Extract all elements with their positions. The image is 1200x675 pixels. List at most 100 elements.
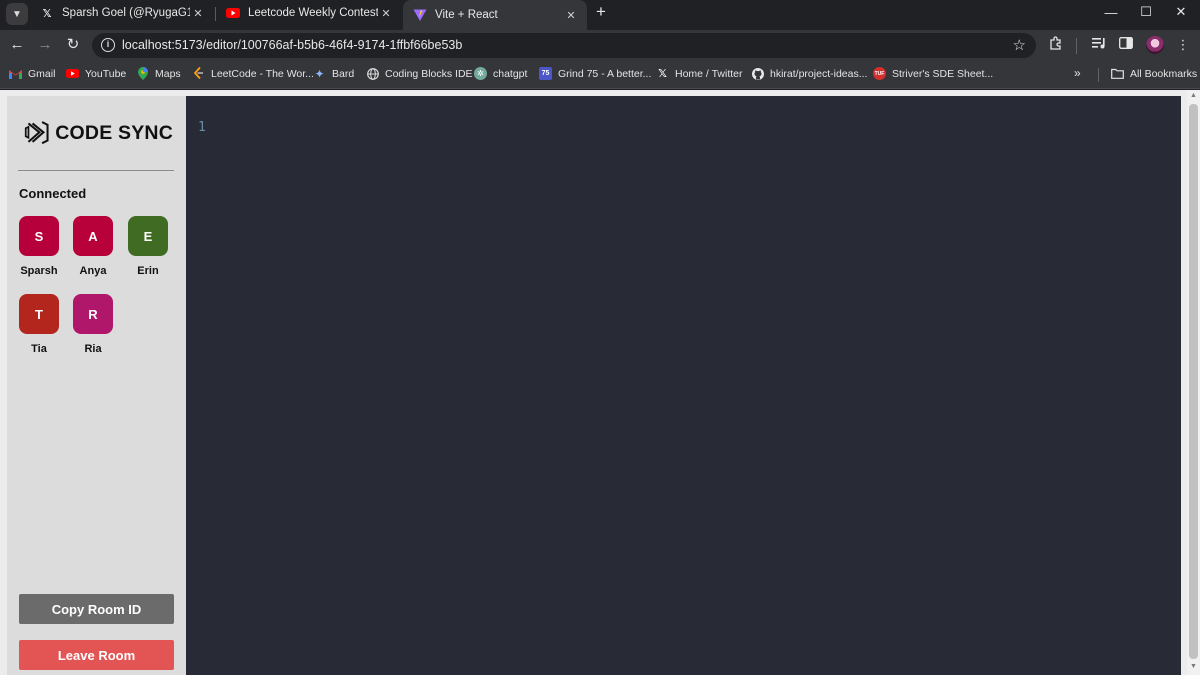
sidebar-divider	[18, 170, 174, 171]
url-text[interactable]: localhost:5173/editor/100766af-b5b6-46f4…	[122, 38, 462, 52]
avatar: T	[19, 294, 59, 334]
github-icon	[751, 67, 764, 80]
bookmark-label: Bard	[332, 67, 355, 80]
user-erin: E Erin	[126, 216, 170, 277]
tab-vite-react[interactable]: Vite + React ✕	[403, 0, 587, 30]
bookmark-star-icon[interactable]: ☆	[1013, 36, 1026, 54]
bookmark-github[interactable]: hkirat/project-ideas...	[751, 67, 867, 80]
leetcode-icon	[192, 67, 205, 80]
close-icon[interactable]: ✕	[190, 7, 206, 20]
bookmark-separator	[1098, 68, 1099, 82]
user-name: Anya	[79, 265, 107, 277]
page-viewport: CODE SYNC Connected S Sparsh A Anya E Er…	[0, 90, 1200, 675]
chatgpt-icon: ✲	[474, 67, 487, 80]
user-name: Tia	[31, 343, 47, 355]
copy-room-id-button[interactable]: Copy Room ID	[19, 594, 174, 624]
x-logo-icon: 𝕏	[42, 7, 52, 20]
scrollbar-thumb[interactable]	[1189, 104, 1198, 659]
bookmark-grind75[interactable]: 75 Grind 75 - A better...	[539, 67, 651, 80]
sidebar: CODE SYNC Connected S Sparsh A Anya E Er…	[7, 96, 186, 675]
all-bookmarks[interactable]: All Bookmarks	[1111, 67, 1197, 80]
site-info-icon[interactable]: i	[101, 38, 115, 52]
app-logo: CODE SYNC	[23, 113, 173, 153]
window-close-icon[interactable]: ✕	[1162, 0, 1200, 24]
toolbar-separator	[1076, 38, 1077, 54]
chevron-double-right-icon[interactable]: »	[1074, 66, 1081, 80]
page-scrollbar[interactable]: ▲ ▼	[1187, 90, 1200, 675]
reload-icon[interactable]: ↻	[63, 36, 83, 54]
scroll-down-icon[interactable]: ▼	[1187, 663, 1200, 673]
grind75-icon: 75	[539, 67, 552, 80]
back-arrow-icon[interactable]: ←	[7, 36, 27, 54]
tab-title: Sparsh Goel (@RyugaG16) / X	[62, 7, 190, 19]
line-number: 1	[198, 120, 206, 135]
maximize-icon[interactable]: ☐	[1127, 0, 1165, 24]
folder-icon	[1111, 67, 1124, 80]
bookmark-chatgpt[interactable]: ✲ chatgpt	[474, 67, 527, 80]
avatar: A	[73, 216, 113, 256]
forward-arrow-icon[interactable]: →	[35, 36, 55, 54]
bookmark-youtube[interactable]: YouTube	[66, 67, 126, 80]
bookmark-maps[interactable]: Maps	[136, 67, 181, 80]
user-ria: R Ria	[71, 294, 115, 355]
tab-youtube[interactable]: Leetcode Weekly Contest 382 | ✕	[216, 0, 402, 26]
scroll-up-icon[interactable]: ▲	[1187, 92, 1200, 102]
logo-text: CODE SYNC	[55, 121, 173, 144]
user-name: Erin	[137, 265, 159, 277]
address-bar[interactable]: i localhost:5173/editor/100766af-b5b6-46…	[92, 33, 1036, 58]
bookmark-label: Home / Twitter	[675, 67, 743, 80]
bookmark-label: Coding Blocks IDE	[385, 67, 473, 80]
bookmark-label: Grind 75 - A better...	[558, 67, 652, 80]
bookmark-label: YouTube	[85, 67, 127, 80]
bookmarks-bar: Gmail YouTube Maps LeetCode - The Wor...…	[0, 60, 1200, 89]
tab-search-dropdown-icon[interactable]: ▼	[6, 3, 28, 25]
media-control-icon[interactable]	[1089, 36, 1109, 54]
user-anya: A Anya	[71, 216, 115, 277]
profile-avatar-icon[interactable]	[1146, 36, 1164, 54]
bookmark-twitter[interactable]: 𝕏 Home / Twitter	[656, 67, 743, 81]
bookmark-leetcode[interactable]: LeetCode - The Wor...	[192, 67, 314, 80]
tab-title: Leetcode Weekly Contest 382 |	[248, 7, 378, 19]
bookmark-label: chatgpt	[493, 67, 528, 80]
bookmark-label: Gmail	[28, 67, 56, 80]
x-logo-icon: 𝕏	[658, 68, 667, 80]
close-icon[interactable]: ✕	[563, 9, 579, 22]
bookmark-label: All Bookmarks	[1130, 67, 1198, 80]
kebab-menu-icon[interactable]: ⋮	[1173, 36, 1193, 54]
leave-room-button[interactable]: Leave Room	[19, 640, 174, 670]
bookmark-gmail[interactable]: Gmail	[9, 67, 55, 80]
bookmark-striver[interactable]: TUF Striver's SDE Sheet...	[873, 67, 993, 80]
globe-icon	[366, 67, 379, 80]
youtube-icon	[66, 67, 79, 80]
user-sparsh: S Sparsh	[17, 216, 61, 277]
close-icon[interactable]: ✕	[378, 7, 394, 20]
bookmark-bard[interactable]: ✦ Bard	[313, 66, 355, 81]
code-sync-logo-icon	[24, 121, 49, 145]
bookmark-label: Maps	[155, 67, 181, 80]
vite-icon	[413, 8, 427, 22]
bookmark-label: hkirat/project-ideas...	[770, 67, 868, 80]
browser-toolbar: ← → ↻ i localhost:5173/editor/100766af-b…	[0, 30, 1200, 60]
new-tab-icon[interactable]: +	[592, 2, 610, 22]
code-editor[interactable]: 1	[186, 96, 1181, 675]
avatar: R	[73, 294, 113, 334]
tab-twitter[interactable]: 𝕏 Sparsh Goel (@RyugaG16) / X ✕	[30, 0, 214, 26]
side-panel-icon[interactable]	[1116, 36, 1136, 54]
minimize-icon[interactable]: —	[1092, 0, 1130, 24]
tuf-icon: TUF	[873, 67, 886, 80]
user-name: Sparsh	[20, 265, 58, 277]
bard-icon: ✦	[314, 66, 325, 81]
extensions-icon[interactable]	[1046, 36, 1066, 54]
youtube-icon	[226, 6, 240, 20]
bookmark-coding-blocks[interactable]: Coding Blocks IDE	[366, 67, 473, 80]
tab-strip: ▼ 𝕏 Sparsh Goel (@RyugaG16) / X ✕ Leetco…	[0, 0, 1200, 30]
connected-heading: Connected	[19, 186, 87, 201]
bookmark-label: Striver's SDE Sheet...	[892, 67, 994, 80]
bookmark-label: LeetCode - The Wor...	[211, 67, 314, 80]
tab-title: Vite + React	[435, 9, 498, 21]
user-name: Ria	[84, 343, 102, 355]
maps-icon	[136, 67, 149, 80]
gmail-icon	[9, 67, 22, 80]
user-tia: T Tia	[17, 294, 61, 355]
avatar: E	[128, 216, 168, 256]
